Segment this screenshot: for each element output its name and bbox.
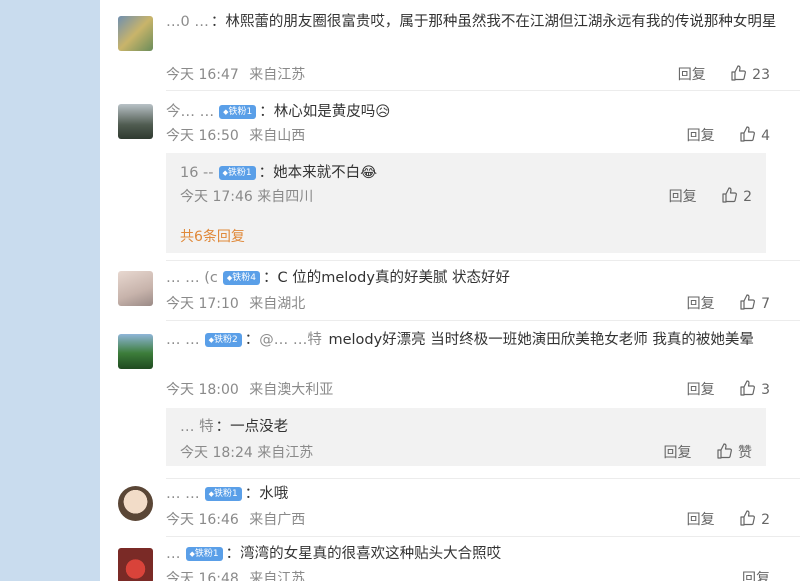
like-button[interactable]: 2 <box>721 187 752 205</box>
mention[interactable]: @… …特 <box>259 332 322 348</box>
thumb-up-icon <box>731 65 747 81</box>
like-count: 7 <box>761 296 770 312</box>
comment: …铁粉1：湾湾的女星真的很喜欢这种贴头大合照哎 今天 16:48 来自江苏 回复 <box>100 536 800 581</box>
reply-location: 来自四川 <box>257 189 314 205</box>
comment-text: 林心如是黄皮吗😥 <box>273 104 391 120</box>
reply-button[interactable]: 回复 <box>742 568 770 581</box>
like-count: 3 <box>761 382 770 398</box>
like-count: 4 <box>761 128 770 144</box>
comment-panel: …0 … ：林熙蕾的朋友圈很富贵哎，属于那种虽然我不在江湖但江湖永远有我的传说那种… <box>100 0 800 581</box>
like-button[interactable]: 赞 <box>716 442 752 462</box>
reply-username[interactable]: 16 -- <box>180 165 214 181</box>
comment-text: 湾湾的女星真的很喜欢这种贴头大合照哎 <box>240 546 502 562</box>
username[interactable]: … <box>166 546 181 562</box>
comment-time: 今天 18:00 <box>166 382 239 398</box>
comment: 今… …铁粉1：林心如是黄皮吗😥 今天 16:50 来自山西 回复 4 16 -… <box>100 90 800 260</box>
username[interactable]: … … <box>166 332 200 348</box>
reply-text: 一点没老 <box>230 419 289 435</box>
comment-location: 来自江苏 <box>249 67 306 83</box>
thumb-up-icon <box>740 126 756 142</box>
thumb-up-icon <box>740 294 756 310</box>
avatar[interactable] <box>118 104 153 139</box>
fan-badge: 铁粉2 <box>204 333 242 347</box>
fan-badge: 铁粉1 <box>204 487 242 501</box>
comment-text: 水哦 <box>259 486 289 502</box>
thumb-up-icon <box>740 380 756 396</box>
reply-time: 今天 17:46 <box>180 189 253 205</box>
comment: … …铁粉1：水哦 今天 16:46 来自广西 回复 2 <box>100 478 800 536</box>
reply-username[interactable]: … 特 <box>180 419 214 435</box>
like-button[interactable]: 23 <box>730 65 770 83</box>
reply-time: 今天 18:24 <box>180 445 253 461</box>
thumb-up-icon <box>740 510 756 526</box>
username[interactable]: 今… … <box>166 104 214 120</box>
more-replies-link[interactable]: 共6条回复 <box>180 226 245 246</box>
comment-text: 林熙蕾的朋友圈很富贵哎，属于那种虽然我不在江湖但江湖永远有我的传说那种女明星 <box>225 14 777 30</box>
avatar[interactable] <box>118 271 153 306</box>
thumb-up-icon <box>717 443 732 459</box>
username[interactable]: … … (c <box>166 270 218 286</box>
username[interactable]: … … <box>166 486 200 502</box>
comment-text: C 位的melody真的好美腻 状态好好 <box>277 270 511 286</box>
reply-button[interactable]: 回复 <box>687 125 715 145</box>
reply-box: 16 --铁粉1：她本来就不白😂 今天 17:46 来自四川 回复 2 共6条回… <box>166 153 766 253</box>
comment-location: 来自广西 <box>249 512 306 528</box>
username[interactable]: …0 … <box>166 14 209 30</box>
reply-button[interactable]: 回复 <box>687 379 715 399</box>
fan-badge: 铁粉1 <box>218 166 256 180</box>
comment: …0 … ：林熙蕾的朋友圈很富贵哎，属于那种虽然我不在江湖但江湖永远有我的传说那种… <box>100 0 800 88</box>
comment-location: 来自湖北 <box>249 296 306 312</box>
like-count: 23 <box>752 67 770 83</box>
comment-time: 今天 16:50 <box>166 128 239 144</box>
avatar[interactable] <box>118 548 153 581</box>
avatar[interactable] <box>118 16 153 51</box>
like-button[interactable]: 7 <box>739 294 770 312</box>
like-button[interactable]: 4 <box>739 126 770 144</box>
comment-time: 今天 16:47 <box>166 67 239 83</box>
reply-location: 来自江苏 <box>257 445 314 461</box>
reply-button[interactable]: 回复 <box>669 186 697 206</box>
reply-button[interactable]: 回复 <box>664 442 692 462</box>
comment-location: 来自江苏 <box>249 571 306 581</box>
comment-location: 来自山西 <box>249 128 306 144</box>
reply-text: 她本来就不白😂 <box>273 165 378 181</box>
reply-button[interactable]: 回复 <box>678 64 706 84</box>
comment-time: 今天 16:46 <box>166 512 239 528</box>
avatar[interactable] <box>118 486 153 521</box>
avatar[interactable] <box>118 334 153 369</box>
comment-time: 今天 16:48 <box>166 571 239 581</box>
reply-button[interactable]: 回复 <box>687 293 715 313</box>
like-count: 2 <box>743 189 752 205</box>
reply-box: … 特：一点没老 今天 18:24 来自江苏 回复 赞 <box>166 408 766 466</box>
thumb-up-icon <box>722 187 738 203</box>
fan-badge: 铁粉1 <box>219 105 257 119</box>
like-count: 2 <box>761 512 770 528</box>
like-button[interactable]: 2 <box>739 510 770 528</box>
comment: … …铁粉2：@… …特 melody好漂亮 当时终极一班她演田欣美艳女老师 我… <box>100 320 800 480</box>
fan-badge: 铁粉1 <box>185 547 223 561</box>
comment: … … (c铁粉4：C 位的melody真的好美腻 状态好好 今天 17:10 … <box>100 260 800 320</box>
like-button[interactable]: 3 <box>739 380 770 398</box>
comment-time: 今天 17:10 <box>166 296 239 312</box>
like-label: 赞 <box>738 445 752 461</box>
comment-text: melody好漂亮 当时终极一班她演田欣美艳女老师 我真的被她美晕 <box>328 332 754 348</box>
reply-button[interactable]: 回复 <box>687 509 715 529</box>
comment-location: 来自澳大利亚 <box>249 382 334 398</box>
fan-badge: 铁粉4 <box>222 271 260 285</box>
